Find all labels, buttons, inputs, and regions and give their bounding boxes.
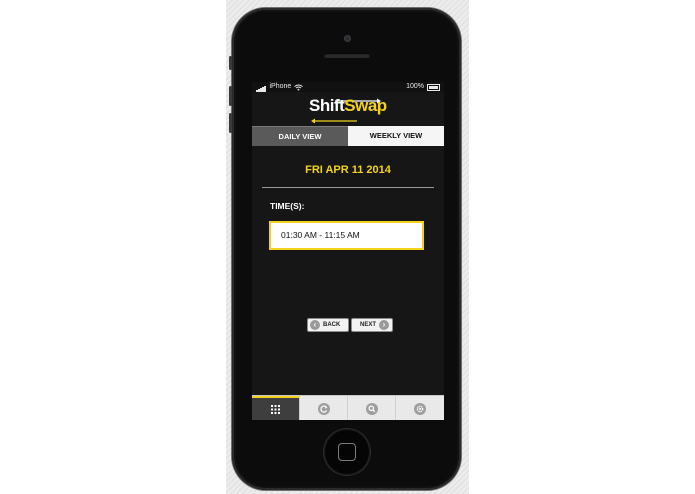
search-icon — [365, 402, 378, 415]
next-button[interactable]: NEXT › — [351, 318, 393, 332]
view-tabs: DAILY VIEW WEEKLY VIEW — [252, 126, 444, 146]
tabbar-item-settings[interactable] — [396, 396, 444, 420]
date-header: FRI APR 11 2014 — [305, 164, 391, 176]
wifi-icon — [294, 84, 304, 90]
signal-icon — [256, 82, 266, 92]
carrier-name: iPhone — [269, 83, 292, 90]
logo-text-swap: Swap — [344, 96, 387, 115]
back-button[interactable]: ‹ BACK — [307, 318, 349, 332]
divider — [262, 187, 434, 188]
tab-weekly-view[interactable]: WEEKLY VIEW — [348, 126, 444, 146]
arrow-right-icon: › — [379, 320, 390, 330]
time-slot[interactable]: 01:30 AM - 11:15 AM — [269, 221, 424, 250]
tabbar-item-grid[interactable] — [252, 396, 300, 420]
battery-icon — [427, 83, 440, 91]
battery-info: 100% — [406, 82, 440, 92]
tab-daily-view[interactable]: DAILY VIEW — [252, 126, 348, 146]
home-square-icon — [338, 443, 356, 461]
app-screen: iPhone 100% ShiftSwap DAILY VIEW WEEKLY … — [252, 82, 444, 420]
refresh-icon — [317, 402, 330, 415]
app-logo: ShiftSwap — [309, 96, 387, 116]
bottom-tab-bar — [252, 395, 444, 420]
arrow-left-icon: ‹ — [310, 320, 320, 330]
tabbar-item-search[interactable] — [348, 396, 396, 420]
battery-percent: 100% — [406, 83, 424, 90]
volume-down-button — [229, 113, 232, 133]
back-label: BACK — [323, 322, 341, 328]
grid-icon — [271, 405, 280, 414]
volume-up-button — [229, 86, 232, 106]
next-label: NEXT — [360, 322, 377, 328]
status-bar: iPhone 100% — [252, 82, 444, 92]
settings-icon — [414, 402, 426, 415]
times-label: TIME(S): — [270, 201, 305, 211]
app-header: ShiftSwap — [252, 92, 444, 126]
camera-icon — [344, 35, 351, 42]
logo-text-shift: Shift — [309, 96, 345, 115]
carrier-info: iPhone — [256, 82, 304, 92]
mute-switch — [229, 56, 232, 70]
tabbar-item-refresh[interactable] — [300, 396, 348, 420]
speaker-grille — [324, 53, 370, 58]
